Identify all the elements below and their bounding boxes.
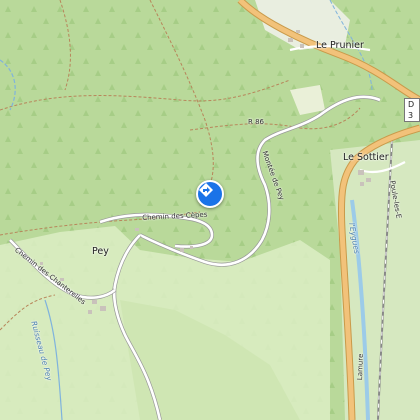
place-le-prunier: Le Prunier (316, 40, 364, 51)
road-shield-d: D 3 (404, 98, 420, 122)
directions-marker[interactable] (196, 180, 224, 208)
map-canvas[interactable]: Le Prunier Le Sottier Pey R 86 Chemin de… (0, 0, 420, 420)
place-le-sottier: Le Sottier (343, 152, 389, 163)
road-label-lamure: Lamure (356, 353, 365, 381)
road-label-r86: R 86 (248, 118, 264, 126)
directions-icon (199, 183, 213, 197)
place-pey: Pey (92, 246, 109, 257)
